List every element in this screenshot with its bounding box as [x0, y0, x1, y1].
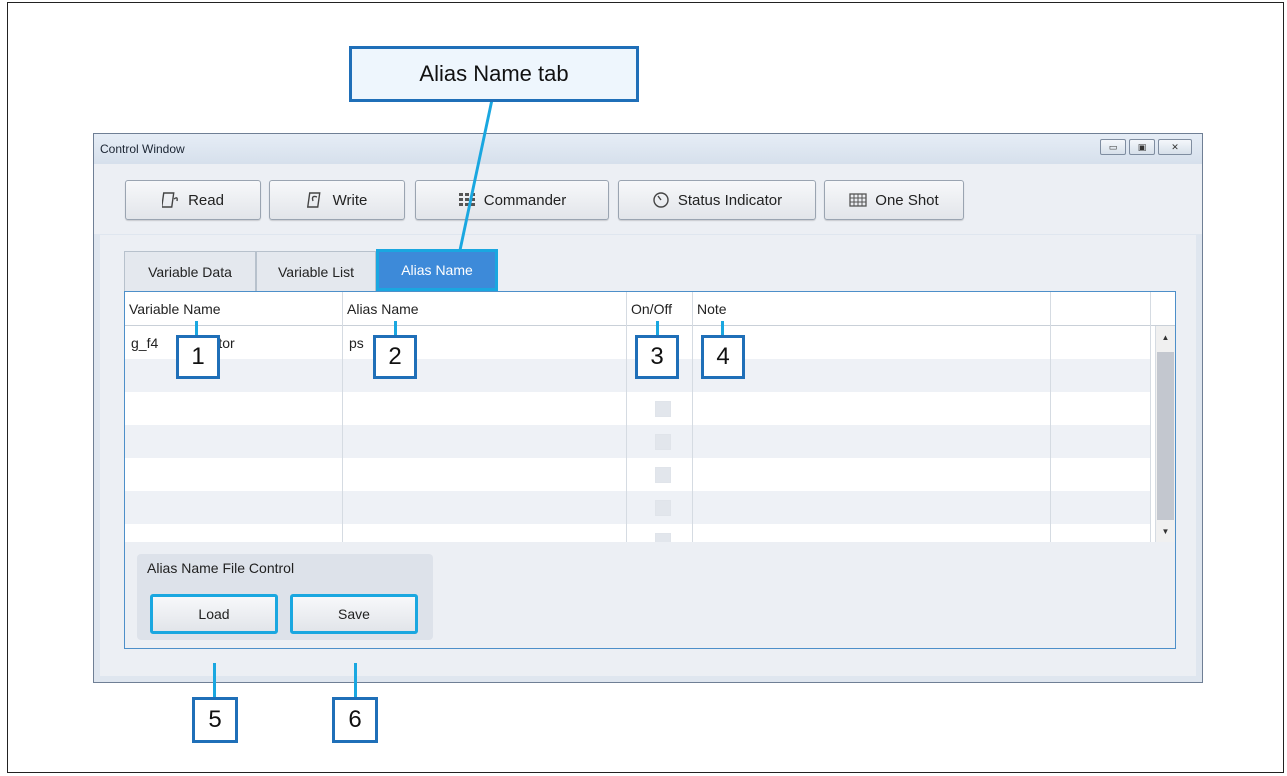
table-row[interactable] — [125, 491, 1151, 524]
variable-name-cell[interactable] — [125, 392, 343, 425]
variable-name-cell[interactable] — [125, 524, 343, 542]
extra-cell — [1051, 359, 1151, 392]
write-button[interactable]: Write — [269, 180, 405, 220]
title-bar: Control Window ▭ ▣ ✕ — [94, 134, 1202, 164]
alias-name-text: ps — [349, 334, 364, 351]
column-alias-name[interactable]: Alias Name — [343, 292, 627, 326]
status-indicator-label: Status Indicator — [677, 191, 783, 209]
load-button[interactable]: Load — [150, 594, 278, 634]
one-shot-icon — [849, 193, 867, 207]
on-off-checkbox[interactable] — [654, 466, 671, 483]
note-cell[interactable] — [693, 524, 1051, 542]
extra-cell — [1051, 326, 1151, 359]
callout-2: 2 — [373, 335, 417, 379]
column-variable-name[interactable]: Variable Name — [125, 292, 343, 326]
table-row[interactable] — [125, 425, 1151, 458]
alias-file-control-group: Alias Name File Control Load Save — [137, 554, 433, 640]
extra-cell — [1051, 524, 1151, 542]
callout-4: 4 — [701, 335, 745, 379]
variable-name-cell[interactable] — [125, 425, 343, 458]
variable-name-cell[interactable] — [125, 359, 343, 392]
tab-variable-list[interactable]: Variable List — [256, 251, 376, 291]
note-cell[interactable] — [693, 359, 1051, 392]
alias-name-cell[interactable] — [343, 458, 627, 491]
read-icon — [162, 192, 178, 208]
extra-cell — [1051, 491, 1151, 524]
group-title: Alias Name File Control — [147, 560, 295, 576]
on-off-cell[interactable] — [627, 524, 693, 542]
note-cell[interactable] — [693, 425, 1051, 458]
toolbar: Read Write Commander Status Indicator On… — [94, 164, 1202, 234]
save-button[interactable]: Save — [290, 594, 418, 634]
callout-6-leader — [354, 663, 357, 697]
vertical-scrollbar[interactable]: ▲ ▼ — [1155, 326, 1175, 542]
note-cell[interactable] — [693, 458, 1051, 491]
one-shot-label: One Shot — [875, 191, 939, 209]
tab-alias-name[interactable]: Alias Name — [376, 249, 498, 291]
control-window: Control Window ▭ ▣ ✕ Read Write Commande… — [93, 133, 1203, 683]
status-indicator-button[interactable]: Status Indicator — [618, 180, 816, 220]
alias-name-cell[interactable] — [343, 425, 627, 458]
alias-name-cell[interactable] — [343, 524, 627, 542]
scroll-thumb[interactable] — [1157, 352, 1174, 520]
variable-name-text: g_f4 — [131, 334, 159, 351]
on-off-cell[interactable] — [627, 491, 693, 524]
variable-name-cell[interactable]: g_f4 _monitor — [125, 326, 343, 359]
note-cell[interactable] — [693, 326, 1051, 359]
window-controls: ▭ ▣ ✕ — [1100, 139, 1192, 155]
alias-name-cell[interactable] — [343, 392, 627, 425]
callout-1-leader — [195, 321, 198, 335]
alias-name-cell[interactable] — [343, 491, 627, 524]
extra-cell — [1051, 458, 1151, 491]
tab-strip: Variable Data Variable List Alias Name — [124, 249, 498, 291]
note-cell[interactable] — [693, 491, 1051, 524]
close-button[interactable]: ✕ — [1158, 139, 1192, 155]
commander-label: Commander — [483, 191, 567, 209]
variable-name-cell[interactable] — [125, 491, 343, 524]
write-label: Write — [332, 191, 368, 209]
callout-3: 3 — [635, 335, 679, 379]
read-button[interactable]: Read — [125, 180, 261, 220]
callout-3-leader — [656, 321, 659, 335]
alias-grid[interactable]: Variable Name Alias Name On/Off Note g_f… — [125, 292, 1175, 542]
extra-cell — [1051, 392, 1151, 425]
callout-5: 5 — [192, 697, 238, 743]
variable-name-cell[interactable] — [125, 458, 343, 491]
scroll-up-arrow-icon[interactable]: ▲ — [1156, 328, 1175, 346]
grid-header: Variable Name Alias Name On/Off Note — [125, 292, 1175, 326]
commander-button[interactable]: Commander — [415, 180, 609, 220]
on-off-checkbox[interactable] — [654, 532, 671, 542]
table-row[interactable] — [125, 524, 1151, 542]
column-on-off[interactable]: On/Off — [627, 292, 693, 326]
on-off-cell[interactable] — [627, 425, 693, 458]
one-shot-button[interactable]: One Shot — [824, 180, 964, 220]
callout-2-leader — [394, 321, 397, 335]
table-row[interactable] — [125, 458, 1151, 491]
note-cell[interactable] — [693, 392, 1051, 425]
read-label: Read — [188, 191, 224, 209]
tab-variable-data[interactable]: Variable Data — [124, 251, 256, 291]
status-indicator-icon — [653, 192, 669, 208]
on-off-cell[interactable] — [627, 458, 693, 491]
minimize-button[interactable]: ▭ — [1100, 139, 1126, 155]
column-extra — [1051, 292, 1151, 326]
on-off-checkbox[interactable] — [654, 499, 671, 516]
write-icon — [306, 192, 321, 208]
alias-name-tab-callout: Alias Name tab — [349, 46, 639, 102]
on-off-cell[interactable] — [627, 392, 693, 425]
extra-cell — [1051, 425, 1151, 458]
on-off-checkbox[interactable] — [654, 433, 671, 450]
on-off-checkbox[interactable] — [654, 400, 671, 417]
callout-6: 6 — [332, 697, 378, 743]
maximize-button[interactable]: ▣ — [1129, 139, 1155, 155]
scroll-down-arrow-icon[interactable]: ▼ — [1156, 522, 1175, 540]
window-title: Control Window — [100, 142, 185, 156]
client-area: Variable Data Variable List Alias Name V… — [100, 235, 1196, 676]
callout-1: 1 — [176, 335, 220, 379]
table-row[interactable] — [125, 392, 1151, 425]
column-note[interactable]: Note — [693, 292, 1051, 326]
callout-5-leader — [213, 663, 216, 697]
callout-4-leader — [721, 321, 724, 335]
